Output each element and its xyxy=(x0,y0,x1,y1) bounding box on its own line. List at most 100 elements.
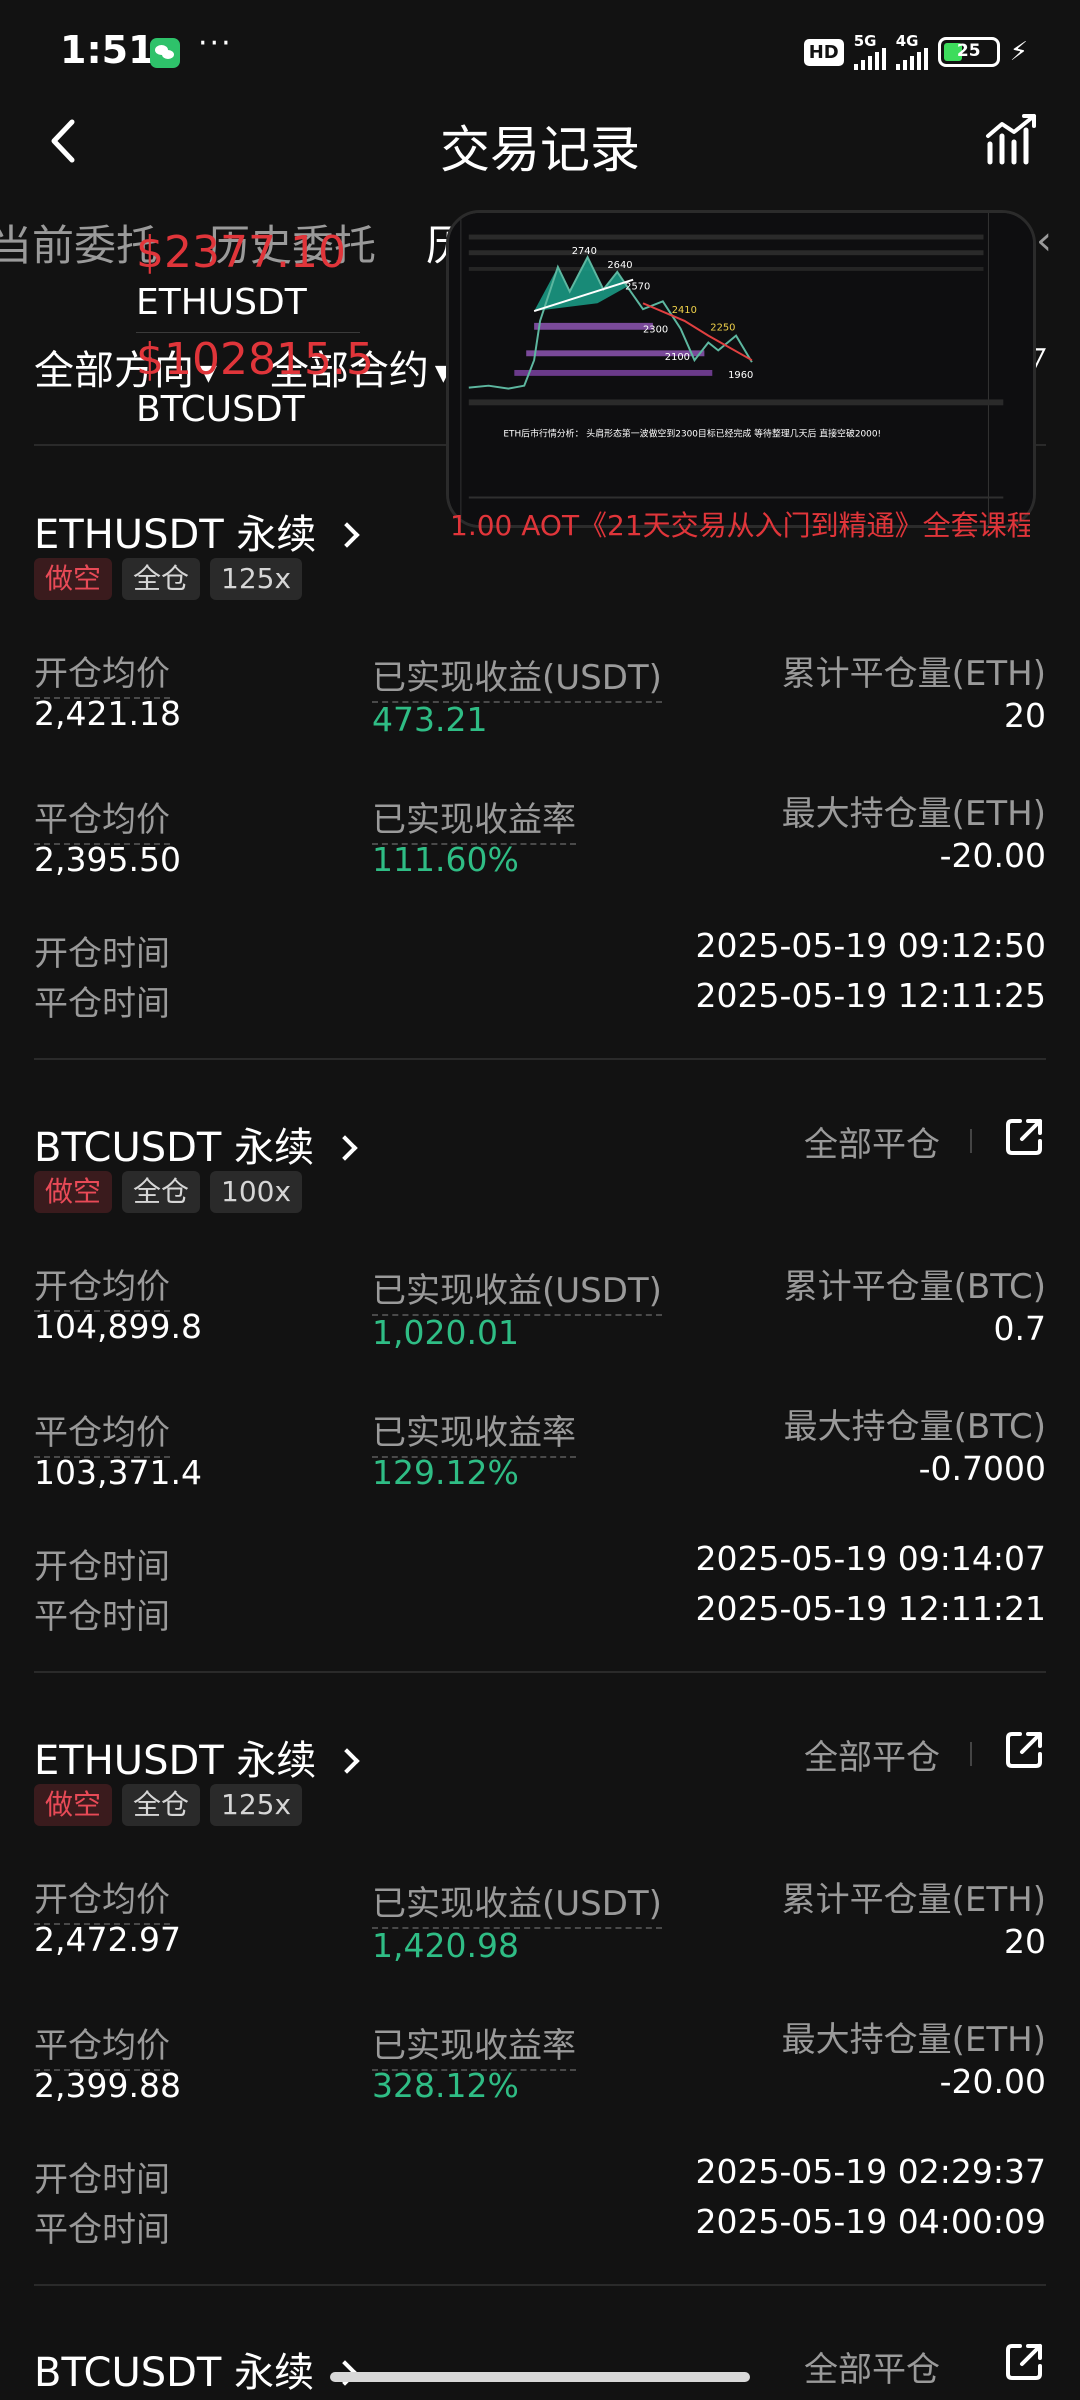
chart-label: 2740 xyxy=(572,246,597,257)
open-avg-label: 开仓均价 xyxy=(34,1259,170,1312)
divider xyxy=(970,1742,972,1766)
pnl-value: 473.21 xyxy=(372,700,488,739)
open-avg-label: 开仓均价 xyxy=(34,646,170,699)
close-avg-label: 平仓均价 xyxy=(34,1405,170,1458)
btc-overlay-price: $102815.5 xyxy=(136,334,374,385)
card-title[interactable]: BTCUSDT 永续 xyxy=(34,1115,358,1173)
open-time-value: 2025-05-19 09:14:07 xyxy=(695,1539,1046,1578)
tag-row: 做空 全仓 100x xyxy=(34,1171,303,1213)
side-tag: 做空 xyxy=(34,1171,113,1213)
pnl-label: 已实现收益(USDT) xyxy=(372,1876,662,1929)
open-time-label: 开仓时间 xyxy=(34,934,170,974)
max-pos-value: -20.00 xyxy=(939,836,1046,875)
open-avg-label: 开仓均价 xyxy=(34,1872,170,1925)
pnl-rate-label: 已实现收益率 xyxy=(372,792,576,845)
open-avg-value: 2,472.97 xyxy=(34,1920,181,1959)
battery-level: 25 xyxy=(956,41,981,61)
close-time-value: 2025-05-19 04:00:09 xyxy=(695,2202,1046,2241)
divider xyxy=(34,2284,1046,2286)
close-time-label: 平仓时间 xyxy=(34,984,170,1024)
share-icon[interactable] xyxy=(1002,2340,1046,2384)
side-tag: 做空 xyxy=(34,558,113,600)
closed-qty-value: 0.7 xyxy=(993,1309,1046,1348)
chart-label: 2300 xyxy=(643,325,668,336)
close-time-value: 2025-05-19 12:11:25 xyxy=(695,976,1046,1015)
max-pos-label: 最大持仓量(BTC) xyxy=(783,1407,1046,1447)
pnl-label: 已实现收益(USDT) xyxy=(372,650,662,703)
more-notifications-icon: ··· xyxy=(198,26,233,61)
open-avg-value: 2,421.18 xyxy=(34,694,181,733)
chart-label: 2250 xyxy=(710,323,735,334)
open-time-value: 2025-05-19 02:29:37 xyxy=(695,2152,1046,2191)
page-title: 交易记录 xyxy=(440,121,640,179)
close-time-value: 2025-05-19 12:11:21 xyxy=(695,1589,1046,1628)
card-title[interactable]: ETHUSDT 永续 xyxy=(34,502,361,560)
leverage-tag: 125x xyxy=(210,1784,303,1826)
pnl-rate-label: 已实现收益率 xyxy=(372,1405,576,1458)
tab-more-icon[interactable]: ‹ xyxy=(1036,218,1052,264)
card-title[interactable]: ETHUSDT 永续 xyxy=(34,1728,361,1786)
close-avg-label: 平仓均价 xyxy=(34,792,170,845)
divider xyxy=(34,1058,1046,1060)
pnl-rate-value: 111.60% xyxy=(372,840,519,879)
margin-tag: 全仓 xyxy=(122,1171,201,1213)
close-avg-value: 2,395.50 xyxy=(34,840,181,879)
tag-row: 做空 全仓 125x xyxy=(34,558,303,600)
trade-card: BTCUSDT 永续 全部平仓 做空 全仓 100x 开仓均价 104,899.… xyxy=(0,1115,1080,1675)
btc-overlay-symbol: BTCUSDT xyxy=(136,389,305,430)
pnl-rate-value: 328.12% xyxy=(372,2066,519,2105)
chart-label: 1960 xyxy=(728,370,753,381)
share-icon[interactable] xyxy=(1002,1115,1046,1159)
open-time-label: 开仓时间 xyxy=(34,2160,170,2200)
trade-card: ETHUSDT 永续 全部平仓 做空 全仓 125x 开仓均价 2,472.97… xyxy=(0,1728,1080,2288)
pnl-value: 1,420.98 xyxy=(372,1926,519,1965)
closed-qty-label: 累计平仓量(BTC) xyxy=(783,1267,1046,1307)
close-avg-label: 平仓均价 xyxy=(34,2018,170,2071)
open-time-label: 开仓时间 xyxy=(34,1547,170,1587)
price-overlay[interactable]: $2377.10 ETHUSDT $102815.5 BTCUSDT xyxy=(136,228,374,435)
chart-label: 2640 xyxy=(607,260,632,271)
chevron-right-icon xyxy=(334,522,361,548)
margin-tag: 全仓 xyxy=(122,1784,201,1826)
tag-row: 做空 全仓 125x xyxy=(34,1784,303,1826)
battery-icon: 25 xyxy=(937,37,1000,67)
home-indicator[interactable] xyxy=(330,2372,750,2382)
trade-card: ETHUSDT 永续 做空 全仓 125x 开仓均价 2,421.18 已实现收… xyxy=(0,502,1080,1062)
signal-5g-icon: 5G xyxy=(853,34,886,70)
pnl-rate-value: 129.12% xyxy=(372,1453,519,1492)
close-all-button[interactable]: 全部平仓 xyxy=(804,1117,940,1166)
chart-label: 2100 xyxy=(665,352,690,363)
hd-voice-icon: HD xyxy=(803,38,844,66)
chevron-right-icon xyxy=(334,1748,361,1774)
chart-label: 2570 xyxy=(625,282,650,293)
leverage-tag: 125x xyxy=(210,558,303,600)
share-icon[interactable] xyxy=(1002,1728,1046,1772)
wechat-icon xyxy=(150,38,180,68)
close-all-button[interactable]: 全部平仓 xyxy=(804,1730,940,1779)
eth-overlay-symbol: ETHUSDT xyxy=(136,282,307,323)
max-pos-value: -20.00 xyxy=(939,2062,1046,2101)
max-pos-value: -0.7000 xyxy=(918,1449,1046,1488)
max-pos-label: 最大持仓量(ETH) xyxy=(781,2020,1046,2060)
open-time-value: 2025-05-19 09:12:50 xyxy=(695,926,1046,965)
eth-overlay-price: $2377.10 xyxy=(136,227,346,278)
chart-caption: ETH后市行情分析： 头肩形态第一波做空到2300目标已经完成 等待整理几天后 … xyxy=(503,428,881,440)
closed-qty-value: 20 xyxy=(1004,696,1046,735)
tab-current-orders[interactable]: 当前委托 xyxy=(0,212,158,273)
pnl-label: 已实现收益(USDT) xyxy=(372,1263,662,1316)
close-time-label: 平仓时间 xyxy=(34,1597,170,1637)
trade-card: BTCUSDT 永续 全部平仓 xyxy=(0,2340,1080,2400)
chart-analysis-popup[interactable]: 2740 2640 2570 2410 2300 2250 2100 1960 … xyxy=(446,210,1036,528)
signal-4g-icon: 4G xyxy=(895,34,928,70)
close-time-label: 平仓时间 xyxy=(34,2210,170,2250)
max-pos-label: 最大持仓量(ETH) xyxy=(781,794,1046,834)
divider xyxy=(970,1129,972,1153)
close-all-button[interactable]: 全部平仓 xyxy=(804,2342,940,2391)
leverage-tag: 100x xyxy=(210,1171,303,1213)
close-avg-value: 2,399.88 xyxy=(34,2066,181,2105)
card-title[interactable]: BTCUSDT 永续 xyxy=(34,2340,358,2398)
margin-tag: 全仓 xyxy=(122,558,201,600)
closed-qty-value: 20 xyxy=(1004,1922,1046,1961)
status-time: 1:51 xyxy=(60,28,155,72)
chart-analysis-icon[interactable] xyxy=(982,110,1042,170)
